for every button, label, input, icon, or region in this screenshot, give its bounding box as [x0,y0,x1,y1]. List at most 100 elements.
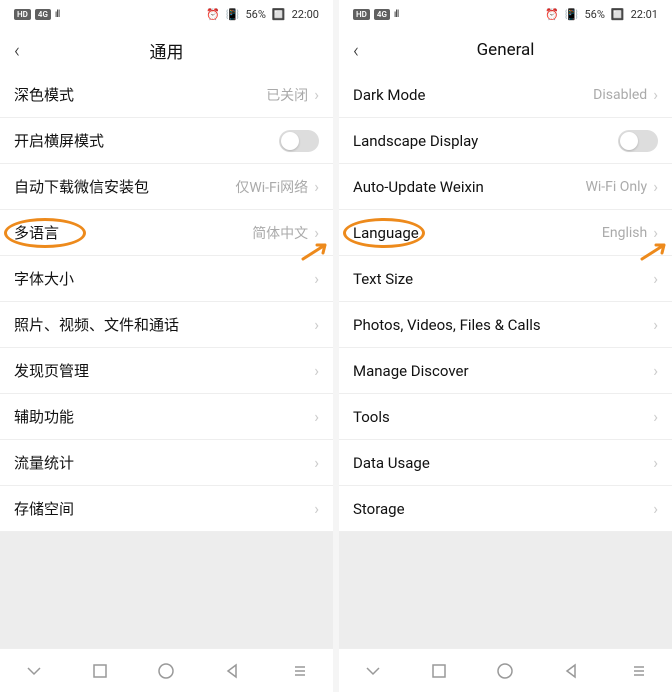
status-bar: HD 4G ıll ⏰ 📳 56% 🔲 22:01 [339,0,672,28]
row-label: Dark Mode [353,86,425,104]
settings-row[interactable]: 流量统计 › [0,440,333,486]
settings-row[interactable]: 存储空间 › [0,486,333,532]
row-right: › [653,361,658,380]
network-badge: HD [353,9,370,20]
settings-row[interactable]: Manage Discover› [339,348,672,394]
row-label: 存储空间 [14,498,74,519]
row-right: › [653,407,658,426]
settings-row[interactable]: 字体大小› [0,256,333,302]
settings-row[interactable]: 深色模式已关闭› [0,72,333,118]
nav-menu-icon[interactable] [291,662,309,680]
signal-icon: ıll [55,9,59,20]
row-label: Auto-Update Weixin [353,178,484,196]
row-value: Wi-Fi Only [585,179,647,195]
settings-row[interactable]: Storage › [339,486,672,532]
chevron-right-icon: › [653,269,658,288]
signal-badge: 4G [374,9,390,20]
row-right: Disabled› [593,85,658,104]
row-value: Disabled [593,87,647,103]
nav-back-icon[interactable] [563,662,581,680]
settings-row[interactable]: Tools › [339,394,672,440]
back-button[interactable]: ‹ [353,38,359,62]
settings-row[interactable]: Data Usage› [339,440,672,486]
chevron-right-icon: › [314,453,319,472]
row-label: 多语言 [14,222,59,243]
system-navbar [0,648,333,692]
row-value: English [602,225,647,241]
row-right [618,130,658,152]
row-right: › [314,315,319,334]
chevron-right-icon: › [314,499,319,518]
settings-row[interactable]: 多语言 简体中文› [0,210,333,256]
chevron-right-icon: › [653,407,658,426]
row-label: 流量统计 [14,452,74,473]
signal-icon: ıll [394,9,398,20]
nav-recent-icon[interactable] [92,663,108,679]
chevron-right-icon: › [314,407,319,426]
row-label: Storage [353,500,405,518]
chevron-right-icon: › [653,453,658,472]
settings-row[interactable]: LanguageEnglish› [339,210,672,256]
row-label: 照片、视频、文件和通话 [14,314,179,335]
row-right: › [653,499,658,518]
spacer [339,532,672,648]
nav-home-icon[interactable] [496,662,514,680]
row-right: Wi-Fi Only› [585,177,658,196]
settings-row[interactable]: Auto-Update Weixin Wi-Fi Only› [339,164,672,210]
chevron-right-icon: › [653,361,658,380]
row-label: Tools [353,408,390,426]
toggle-switch[interactable] [279,130,319,152]
settings-row[interactable]: 发现页管理› [0,348,333,394]
nav-menu-icon[interactable] [630,662,648,680]
settings-row[interactable]: 辅助功能 › [0,394,333,440]
alarm-icon: ⏰ [206,8,220,21]
row-right: › [314,499,319,518]
nav-back-icon[interactable] [224,662,242,680]
chevron-right-icon: › [314,361,319,380]
nav-dropdown-icon[interactable] [25,662,43,680]
toggle-switch[interactable] [618,130,658,152]
system-navbar [339,648,672,692]
status-right: ⏰ 📳 56% 🔲 22:00 [206,8,319,21]
settings-row[interactable]: Landscape Display [339,118,672,164]
nav-dropdown-icon[interactable] [364,662,382,680]
row-label: Text Size [353,270,413,288]
row-label: 自动下载微信安装包 [14,176,149,197]
row-value: 仅Wi-Fi网络 [235,177,308,197]
row-right: › [653,453,658,472]
settings-row[interactable]: 照片、视频、文件和通话 › [0,302,333,348]
settings-row[interactable]: Photos, Videos, Files & Calls › [339,302,672,348]
row-right: 简体中文› [252,223,319,243]
vibrate-icon: 📳 [226,8,240,21]
row-label: 辅助功能 [14,406,74,427]
row-right: › [314,269,319,288]
nav-recent-icon[interactable] [431,663,447,679]
page-title: 通用 [0,38,333,63]
back-button[interactable]: ‹ [14,38,20,62]
battery-text: 56% [245,8,265,21]
row-right: › [653,315,658,334]
settings-list: 深色模式已关闭›开启横屏模式自动下载微信安装包仅Wi-Fi网络›多语言简体中文›… [0,72,333,532]
chevron-right-icon: › [653,499,658,518]
settings-row[interactable]: 开启横屏模式 [0,118,333,164]
row-right: 仅Wi-Fi网络› [235,177,319,197]
vibrate-icon: 📳 [565,8,579,21]
row-label: Landscape Display [353,132,478,150]
row-right: › [653,269,658,288]
chevron-right-icon: › [653,315,658,334]
settings-row[interactable]: Text Size › [339,256,672,302]
settings-row[interactable]: Dark Mode Disabled› [339,72,672,118]
row-label: Photos, Videos, Files & Calls [353,316,541,334]
row-value: 简体中文 [252,223,308,243]
page-title: General [339,40,672,60]
settings-list: Dark ModeDisabled›Landscape DisplayAuto-… [339,72,672,532]
header: ‹ 通用 [0,28,333,72]
nav-home-icon[interactable] [157,662,175,680]
status-time: 22:00 [292,8,319,21]
row-right: English › [602,223,658,242]
row-label: 深色模式 [14,84,74,105]
header: ‹ General [339,28,672,72]
phone-right: HD 4G ıll ⏰ 📳 56% 🔲 22:01 ‹ General Dark… [339,0,672,692]
settings-row[interactable]: 自动下载微信安装包 仅Wi-Fi网络› [0,164,333,210]
chevron-right-icon: › [653,223,658,242]
